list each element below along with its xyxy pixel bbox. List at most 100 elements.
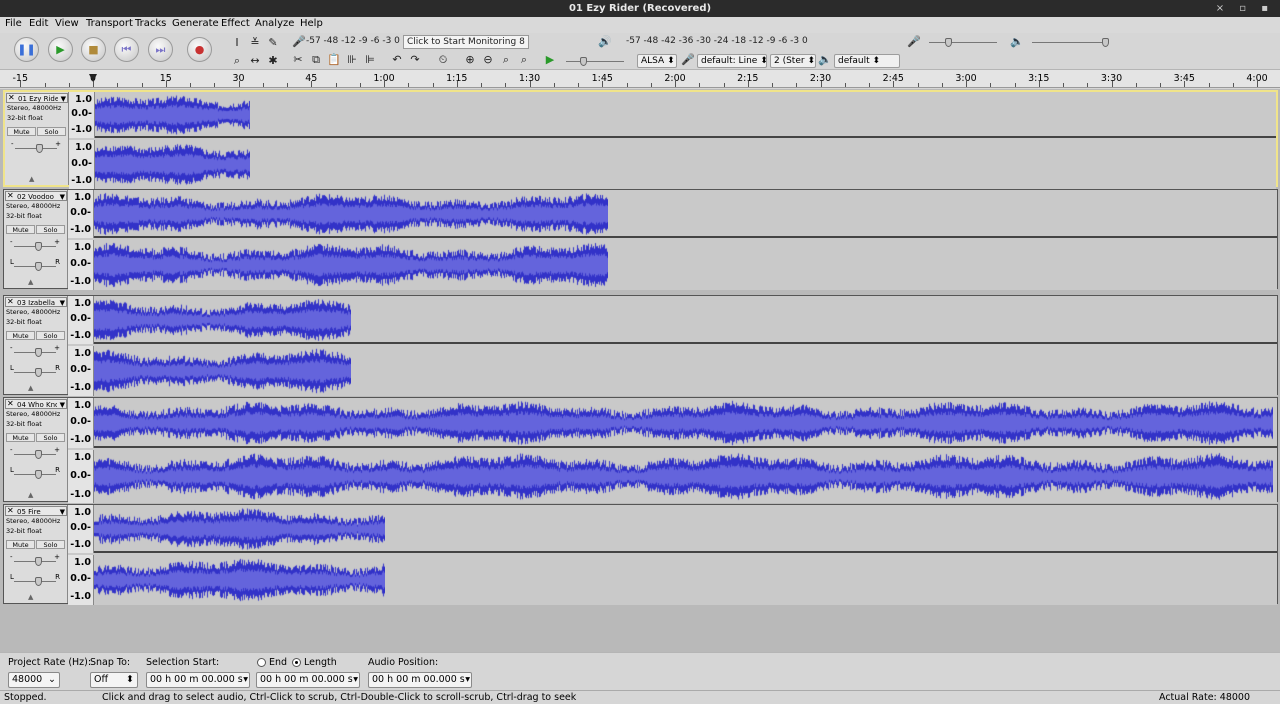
track-control-panel[interactable]: ✕ 02 Voodoo ▼ Stereo, 48000Hz 32-bit float Mu… bbox=[4, 190, 68, 288]
copy-icon[interactable]: ⧉ bbox=[308, 52, 324, 68]
record-meter-icon[interactable]: 🎤 bbox=[291, 34, 307, 50]
gain-slider[interactable]: - + bbox=[10, 344, 60, 357]
right-channel[interactable] bbox=[94, 240, 1277, 290]
redo-icon[interactable]: ↷ bbox=[407, 52, 423, 68]
menu-generate[interactable]: Generate bbox=[172, 18, 219, 29]
menu-file[interactable]: File bbox=[5, 18, 22, 29]
chevron-down-icon[interactable]: ▼ bbox=[60, 507, 65, 517]
track-control-panel[interactable]: ✕ 03 Izabella ▼ Stereo, 48000Hz 32-bit float… bbox=[4, 296, 68, 394]
mute-button[interactable]: Mute bbox=[6, 433, 35, 442]
right-channel[interactable] bbox=[94, 346, 1277, 396]
solo-button[interactable]: Solo bbox=[36, 540, 65, 549]
length-radio[interactable] bbox=[292, 658, 301, 667]
timeshift-tool-icon[interactable]: ↔ bbox=[247, 53, 263, 69]
track-name-menu[interactable]: ✕ 02 Voodoo ▼ bbox=[5, 191, 67, 201]
audio-track[interactable]: ✕ 04 Who Kno ▼ Stereo, 48000Hz 32-bit float M… bbox=[3, 397, 1278, 503]
waveform[interactable] bbox=[94, 296, 351, 344]
audio-track[interactable]: ✕ 05 Fire ▼ Stereo, 48000Hz 32-bit float Mute… bbox=[3, 504, 1278, 605]
audio-position-field[interactable]: 00 h 00 m 00.000 s ▾ bbox=[368, 672, 472, 688]
waveform[interactable] bbox=[94, 190, 608, 238]
menu-transport[interactable]: Transport bbox=[86, 18, 133, 29]
waveform[interactable] bbox=[94, 555, 385, 605]
audio-track[interactable]: ✕ 02 Voodoo ▼ Stereo, 48000Hz 32-bit float Mu… bbox=[3, 189, 1278, 290]
skip-to-end-button[interactable]: ⏭ bbox=[148, 37, 173, 62]
end-radio[interactable] bbox=[257, 658, 266, 667]
audio-host-select[interactable]: ALSA ⬍ bbox=[637, 54, 677, 68]
left-channel[interactable] bbox=[94, 296, 1277, 344]
selection-tool-icon[interactable]: I bbox=[229, 35, 245, 51]
playback-volume-slider[interactable] bbox=[1028, 38, 1110, 47]
track-control-panel[interactable]: ✕ 01 Ezy Ride ▼ Stereo, 48000Hz 32-bit float… bbox=[5, 92, 69, 185]
waveform[interactable] bbox=[94, 346, 351, 396]
right-channel[interactable] bbox=[94, 555, 1277, 605]
gain-slider[interactable]: - + bbox=[10, 238, 60, 251]
track-name-menu[interactable]: ✕ 04 Who Kno ▼ bbox=[5, 399, 67, 409]
chevron-down-icon[interactable]: ▼ bbox=[60, 400, 65, 410]
right-channel[interactable] bbox=[94, 450, 1277, 503]
menu-help[interactable]: Help bbox=[300, 18, 323, 29]
chevron-down-icon[interactable]: ▼ bbox=[60, 298, 65, 308]
close-track-icon[interactable]: ✕ bbox=[7, 297, 14, 307]
undo-icon[interactable]: ↶ bbox=[389, 52, 405, 68]
output-device-select[interactable]: default ⬍ bbox=[834, 54, 900, 68]
play-button[interactable]: ▶ bbox=[48, 37, 73, 62]
playback-meter-icon[interactable]: 🔊 bbox=[597, 34, 613, 50]
collapse-track-icon[interactable]: ▲ bbox=[29, 175, 34, 183]
multi-tool-icon[interactable]: ✱ bbox=[265, 53, 281, 69]
pause-button[interactable]: ❚❚ bbox=[14, 37, 39, 62]
track-name-menu[interactable]: ✕ 05 Fire ▼ bbox=[5, 506, 67, 516]
close-track-icon[interactable]: ✕ bbox=[7, 399, 14, 409]
menu-view[interactable]: View bbox=[55, 18, 79, 29]
input-channels-select[interactable]: 2 (Ster ⬍ bbox=[770, 54, 816, 68]
close-track-icon[interactable]: ✕ bbox=[7, 506, 14, 516]
selection-length-field[interactable]: 00 h 00 m 00.000 s ▾ bbox=[256, 672, 360, 688]
zoom-out-icon[interactable]: ⊖ bbox=[480, 52, 496, 68]
track-name-menu[interactable]: ✕ 03 Izabella ▼ bbox=[5, 297, 67, 307]
left-channel[interactable] bbox=[94, 505, 1277, 553]
playback-meter[interactable]: -57 -48 -42 -36 -30 -24 -18 -12 -9 -6 -3… bbox=[626, 36, 892, 49]
collapse-track-icon[interactable]: ▲ bbox=[28, 384, 33, 392]
track-control-panel[interactable]: ✕ 05 Fire ▼ Stereo, 48000Hz 32-bit float Mute… bbox=[4, 505, 68, 603]
left-channel[interactable] bbox=[95, 92, 1276, 138]
left-channel[interactable] bbox=[94, 190, 1277, 238]
left-channel[interactable] bbox=[94, 398, 1277, 448]
close-track-icon[interactable]: ✕ bbox=[8, 93, 15, 103]
solo-button[interactable]: Solo bbox=[36, 433, 65, 442]
collapse-track-icon[interactable]: ▲ bbox=[28, 593, 33, 601]
gain-slider[interactable]: - + bbox=[10, 553, 60, 566]
fit-selection-icon[interactable]: ⌕ bbox=[498, 52, 514, 68]
waveform[interactable] bbox=[94, 450, 1273, 503]
solo-button[interactable]: Solo bbox=[37, 127, 66, 136]
collapse-track-icon[interactable]: ▲ bbox=[28, 491, 33, 499]
mute-button[interactable]: Mute bbox=[7, 127, 36, 136]
pan-slider[interactable]: LR bbox=[10, 466, 60, 479]
cut-icon[interactable]: ✂ bbox=[290, 52, 306, 68]
collapse-track-icon[interactable]: ▲ bbox=[28, 278, 33, 286]
timeline-ruler[interactable]: -15 0 15 30 45 1:00 1:15 1:30 1:45 2:00 2:15 2:30 2:… bbox=[0, 70, 1280, 88]
chevron-down-icon[interactable]: ▼ bbox=[61, 94, 66, 104]
menu-analyze[interactable]: Analyze bbox=[255, 18, 294, 29]
waveform[interactable] bbox=[95, 92, 250, 138]
pan-slider[interactable]: LR bbox=[10, 258, 60, 271]
mute-button[interactable]: Mute bbox=[6, 540, 35, 549]
sync-lock-icon[interactable]: ⏲ bbox=[435, 52, 451, 68]
menu-edit[interactable]: Edit bbox=[29, 18, 48, 29]
selection-start-field[interactable]: 00 h 00 m 00.000 s ▾ bbox=[146, 672, 250, 688]
waveform[interactable] bbox=[94, 398, 1273, 448]
recording-volume-slider[interactable] bbox=[925, 38, 1001, 47]
track-name-menu[interactable]: ✕ 01 Ezy Ride ▼ bbox=[6, 93, 68, 103]
chevron-down-icon[interactable]: ▼ bbox=[60, 192, 65, 202]
silence-icon[interactable]: ⊫ bbox=[362, 52, 378, 68]
solo-button[interactable]: Solo bbox=[36, 225, 65, 234]
playhead-marker[interactable] bbox=[89, 74, 97, 82]
mute-button[interactable]: Mute bbox=[6, 331, 35, 340]
zoom-tool-icon[interactable]: ⌕ bbox=[229, 53, 245, 69]
record-button[interactable]: ● bbox=[187, 37, 212, 62]
pan-slider[interactable]: LR bbox=[10, 573, 60, 586]
gain-slider[interactable]: - + bbox=[11, 140, 61, 153]
input-device-select[interactable]: default: Line ⬍ bbox=[697, 54, 767, 68]
solo-button[interactable]: Solo bbox=[36, 331, 65, 340]
play-at-speed-icon[interactable]: ▶ bbox=[542, 52, 558, 68]
track-control-panel[interactable]: ✕ 04 Who Kno ▼ Stereo, 48000Hz 32-bit float M… bbox=[4, 398, 68, 501]
trim-icon[interactable]: ⊪ bbox=[344, 52, 360, 68]
